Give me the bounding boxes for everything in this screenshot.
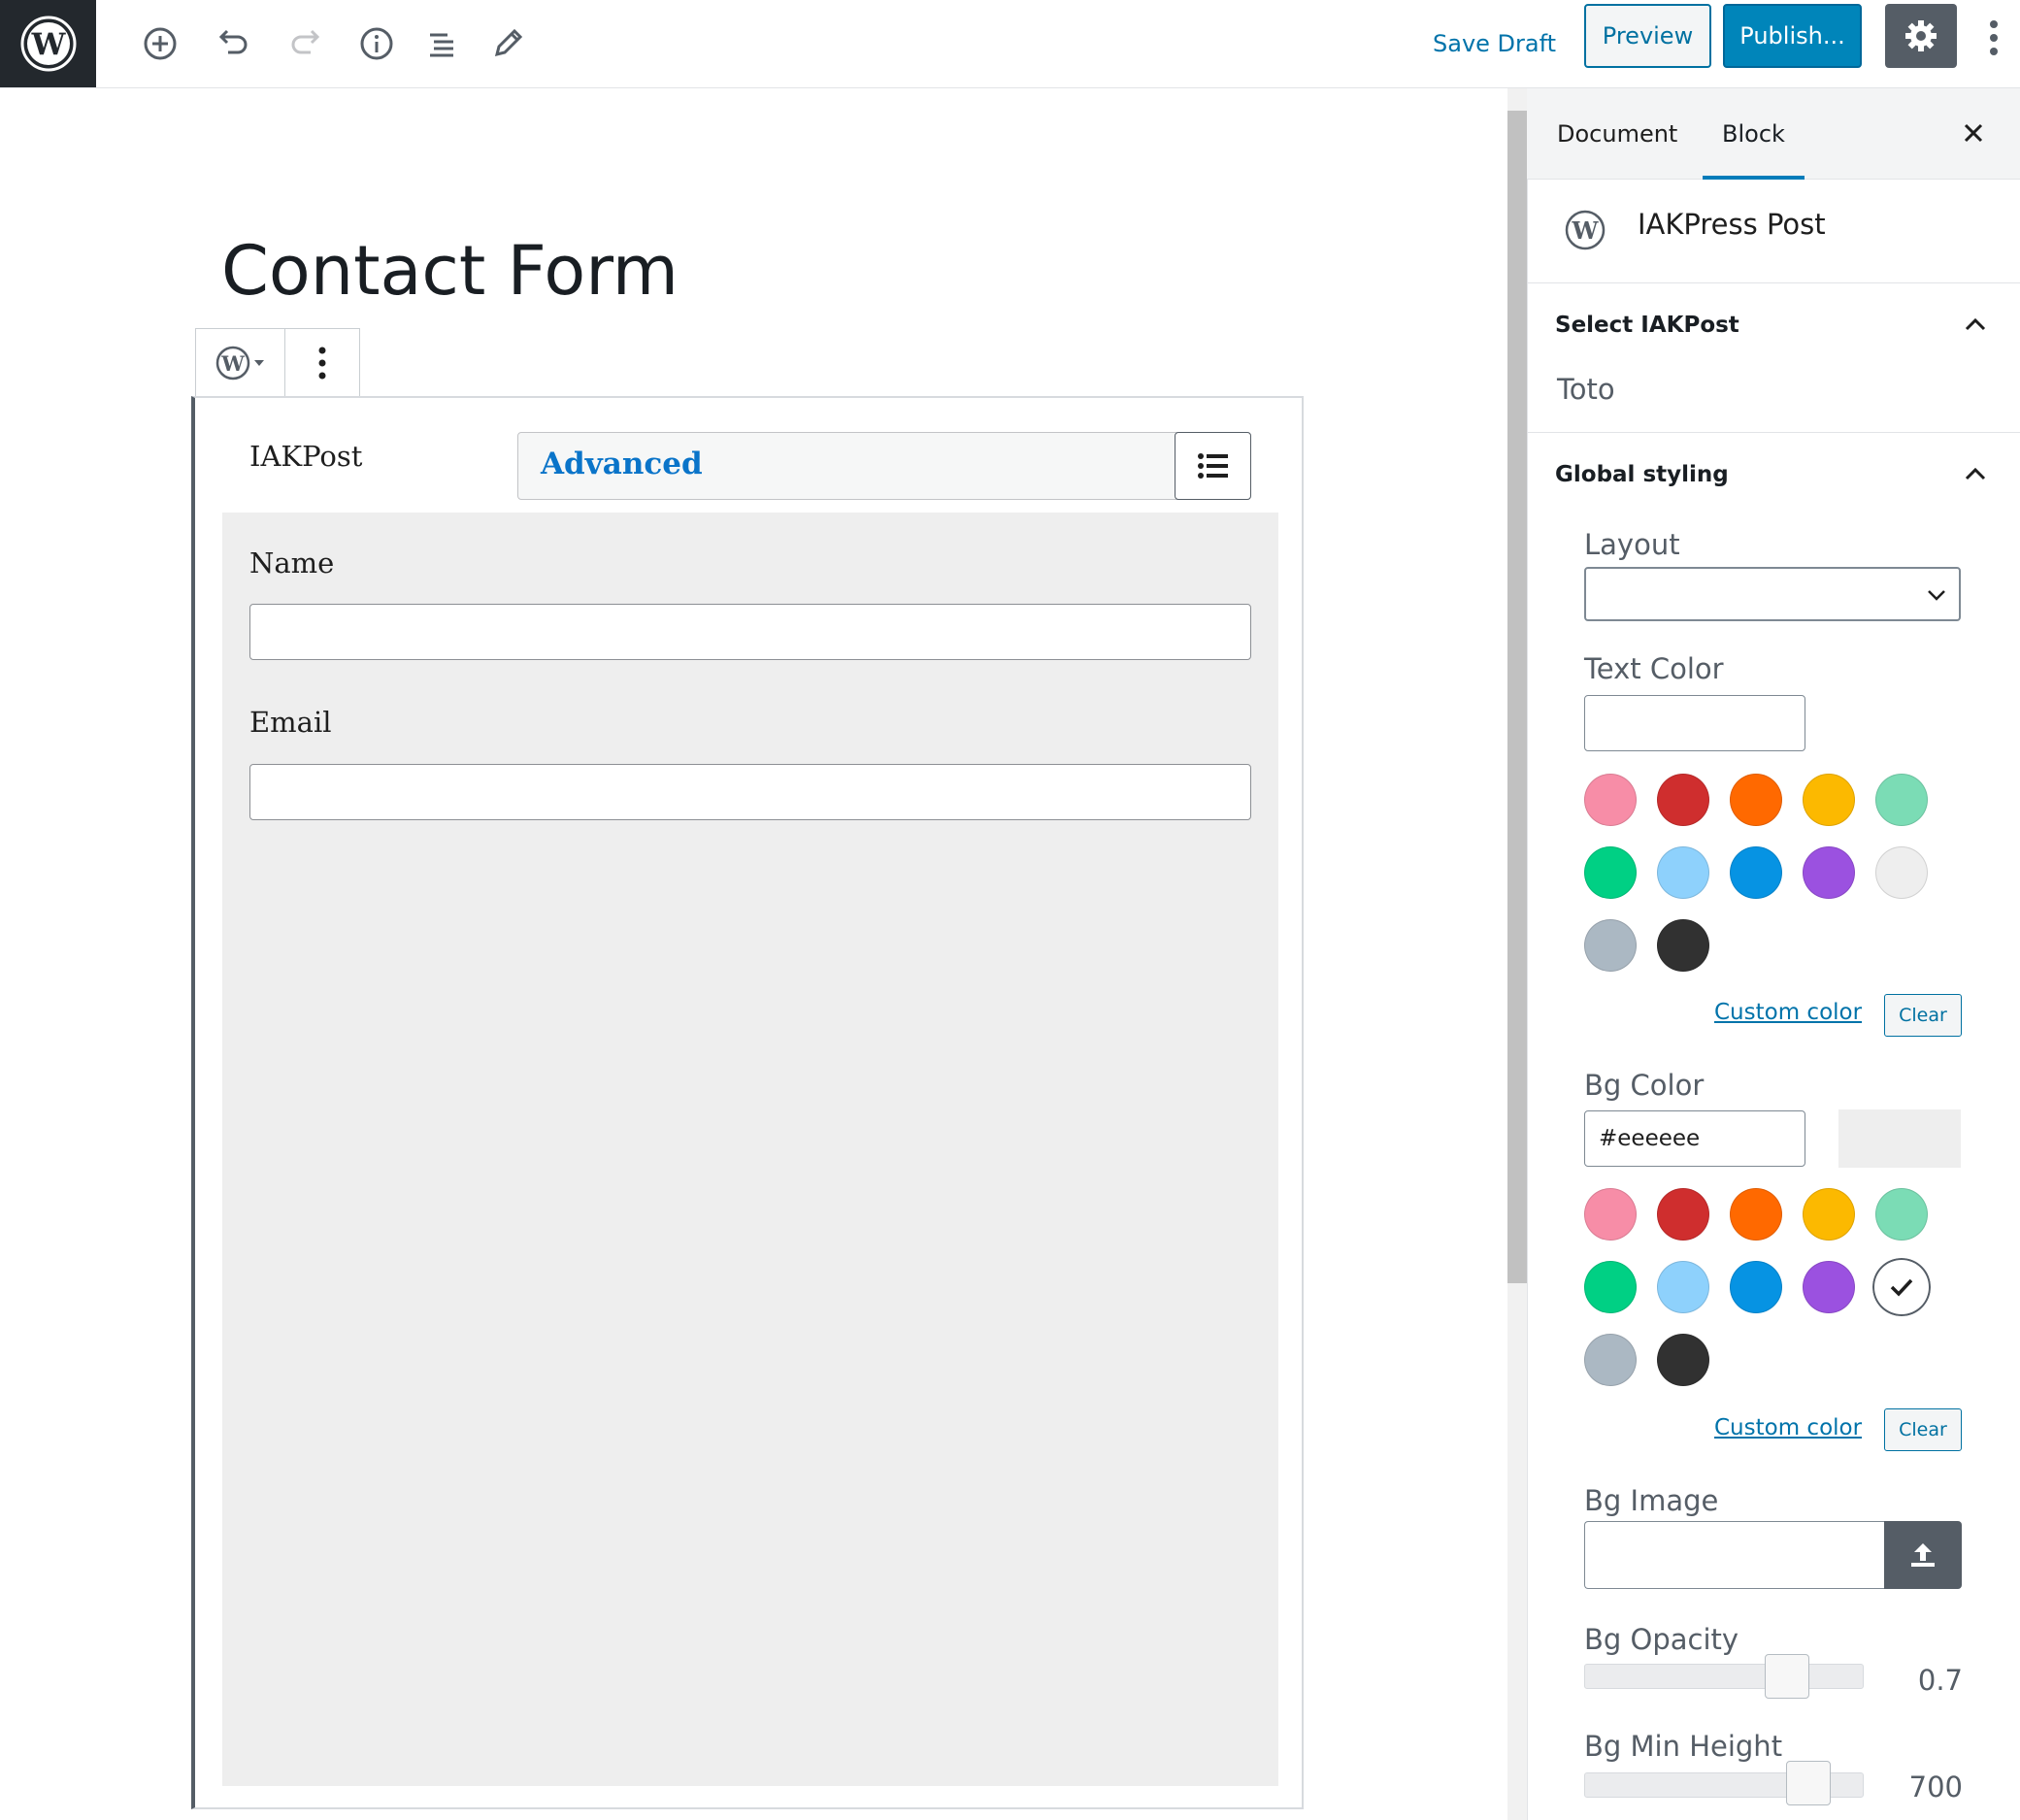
redo-icon[interactable]	[275, 13, 337, 75]
top-toolbar: W Save Draft Preview Publish...	[0, 0, 2020, 88]
bg-color-swatch[interactable]	[1657, 1188, 1709, 1241]
chevron-down-icon	[1928, 590, 1945, 601]
text-color-swatch[interactable]	[1875, 846, 1928, 899]
svg-text:W: W	[30, 27, 66, 62]
text-color-swatch[interactable]	[1803, 846, 1855, 899]
text-color-swatch[interactable]	[1730, 846, 1782, 899]
svg-text:W: W	[1572, 216, 1600, 245]
text-color-swatch[interactable]	[1584, 774, 1637, 826]
mode-label[interactable]: Advanced	[541, 447, 703, 481]
text-color-swatch[interactable]	[1657, 846, 1709, 899]
text-color-clear-button[interactable]: Clear	[1884, 994, 1962, 1037]
text-color-swatch[interactable]	[1584, 846, 1637, 899]
editor-scrollbar-thumb[interactable]	[1507, 111, 1527, 1283]
save-draft-button[interactable]: Save Draft	[1419, 14, 1570, 74]
text-color-label: Text Color	[1584, 652, 1724, 685]
gear-icon[interactable]	[1885, 4, 1957, 68]
bg-color-swatch[interactable]	[1871, 1256, 1933, 1318]
bg-color-input[interactable]	[1584, 1110, 1805, 1167]
chevron-up-icon[interactable]	[1963, 313, 1988, 338]
bg-min-height-label: Bg Min Height	[1584, 1730, 1783, 1763]
text-color-swatch[interactable]	[1875, 774, 1928, 826]
text-color-swatch[interactable]	[1657, 774, 1709, 826]
post-title[interactable]: Contact Form	[221, 231, 679, 311]
bg-color-swatch[interactable]	[1730, 1188, 1782, 1241]
block-toolbar: W	[195, 328, 360, 398]
form-preview-area	[222, 513, 1278, 1786]
layout-select[interactable]	[1584, 567, 1961, 621]
bg-color-swatch[interactable]	[1584, 1261, 1637, 1313]
text-color-swatch[interactable]	[1584, 919, 1637, 972]
text-custom-color-link[interactable]: Custom color	[1714, 1000, 1862, 1025]
block-card-title: IAKPress Post	[1638, 208, 1826, 241]
bg-opacity-label: Bg Opacity	[1584, 1623, 1739, 1656]
preview-button[interactable]: Preview	[1584, 4, 1711, 68]
pencil-icon[interactable]	[477, 13, 539, 75]
list-outline-icon[interactable]	[412, 13, 474, 75]
panel-title-select-iakpost: Select IAKPost	[1555, 313, 1739, 338]
bg-color-swatch[interactable]	[1730, 1261, 1782, 1313]
bg-min-height-value[interactable]: 700	[1885, 1770, 1963, 1803]
bg-color-swatch[interactable]	[1803, 1188, 1855, 1241]
bg-color-swatch[interactable]	[1584, 1188, 1637, 1241]
chevron-up-icon[interactable]	[1963, 462, 1988, 487]
bg-color-swatch[interactable]	[1657, 1261, 1709, 1313]
bg-color-label: Bg Color	[1584, 1069, 1705, 1102]
wordpress-icon: W	[1565, 210, 1606, 250]
field-label-email: Email	[249, 706, 332, 739]
block-label: IAKPost	[249, 440, 363, 473]
bg-opacity-slider[interactable]	[1584, 1664, 1864, 1689]
field-label-name: Name	[249, 546, 335, 579]
bg-opacity-slider-thumb[interactable]	[1765, 1654, 1809, 1699]
text-color-input[interactable]	[1584, 695, 1805, 751]
publish-button[interactable]: Publish...	[1723, 4, 1862, 68]
bg-min-height-slider-thumb[interactable]	[1786, 1761, 1831, 1805]
bg-image-input[interactable]	[1584, 1521, 1884, 1589]
selected-post-value[interactable]: Toto	[1557, 373, 1615, 406]
bg-opacity-value[interactable]: 0.7	[1885, 1664, 1963, 1697]
wordpress-block-icon: W	[215, 346, 264, 381]
tab-document[interactable]: Document	[1538, 88, 1697, 180]
layout-label: Layout	[1584, 528, 1680, 561]
info-icon[interactable]	[346, 13, 408, 75]
text-color-swatch[interactable]	[1803, 774, 1855, 826]
name-field[interactable]	[249, 604, 1251, 660]
upload-icon[interactable]	[1884, 1521, 1962, 1589]
text-color-swatch[interactable]	[1657, 919, 1709, 972]
bg-color-swatch[interactable]	[1803, 1261, 1855, 1313]
close-icon[interactable]	[1951, 111, 1996, 155]
bg-color-clear-button[interactable]: Clear	[1884, 1408, 1962, 1451]
list-icon	[1197, 453, 1228, 479]
checkmark-icon	[1890, 1278, 1913, 1297]
wordpress-logo-icon[interactable]: W	[0, 0, 96, 87]
text-color-swatch[interactable]	[1730, 774, 1782, 826]
panel-divider	[1527, 432, 2020, 433]
block-more-options-icon[interactable]	[285, 329, 359, 397]
list-view-button[interactable]	[1175, 432, 1251, 500]
bg-color-swatch[interactable]	[1875, 1188, 1928, 1241]
svg-text:W: W	[220, 351, 245, 376]
tab-block[interactable]: Block	[1703, 88, 1805, 180]
block-switcher-button[interactable]: W	[196, 329, 285, 397]
bg-custom-color-link[interactable]: Custom color	[1714, 1415, 1862, 1440]
vertical-ellipsis-icon[interactable]	[1970, 12, 2017, 64]
bg-color-preview	[1838, 1109, 1961, 1168]
panel-title-global-styling: Global styling	[1555, 462, 1729, 487]
bg-image-label: Bg Image	[1584, 1484, 1719, 1517]
bg-color-swatch[interactable]	[1657, 1334, 1709, 1386]
undo-icon[interactable]	[202, 13, 264, 75]
bg-color-swatch[interactable]	[1584, 1334, 1637, 1386]
email-field[interactable]	[249, 764, 1251, 820]
plus-circle-icon[interactable]	[129, 13, 191, 75]
